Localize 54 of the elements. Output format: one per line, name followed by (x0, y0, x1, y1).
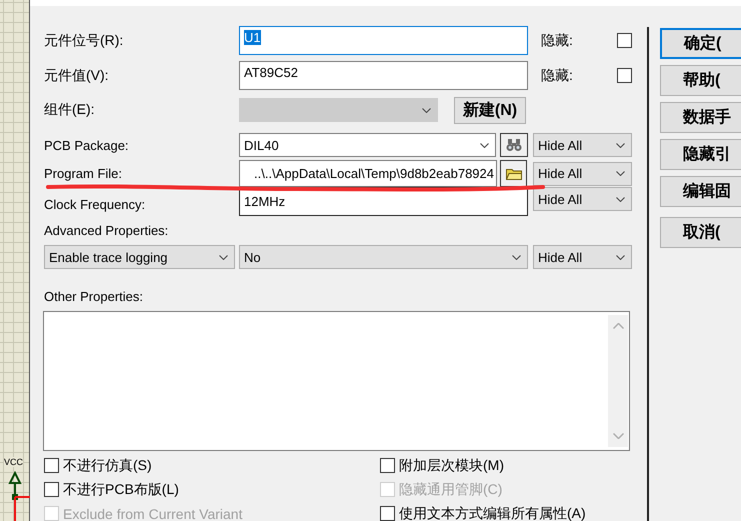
field-label: 组件(E): (44, 101, 96, 119)
dialog-button[interactable]: 数据手 (660, 102, 741, 133)
checkbox-label: 使用文本方式编辑所有属性(A) (399, 504, 586, 521)
hide-label: 隐藏: (541, 66, 574, 84)
field-label: Program File: (44, 166, 124, 181)
dialog-button[interactable]: 确定( (660, 28, 741, 59)
search-button[interactable] (500, 133, 528, 157)
browse-button[interactable] (500, 160, 527, 187)
visibility-dropdown[interactable]: Hide All (533, 162, 632, 186)
section-label: Other Properties: (44, 288, 144, 304)
file-field[interactable]: ..\..\AppData\Local\Temp\9d8b2eab78924 (239, 160, 497, 187)
visibility-dropdown[interactable]: Hide All (533, 245, 632, 269)
net-label: VCC (4, 457, 24, 467)
package-dropdown[interactable]: DIL40 (239, 133, 496, 157)
section-label: Advanced Properties: (44, 222, 170, 238)
checkbox-label: 附加层次模块(M) (399, 456, 504, 474)
checkbox-label: 隐藏通用管脚(C) (399, 480, 502, 498)
chevron-down-icon (616, 254, 625, 260)
dialog-button[interactable]: 编辑固 (660, 176, 741, 207)
chevron-up-icon (612, 323, 624, 329)
chevron-down-icon (512, 254, 521, 260)
checkbox[interactable] (380, 458, 395, 473)
checkbox-label: 不进行PCB布版(L) (63, 480, 179, 498)
field-label: PCB Package: (44, 138, 130, 152)
checkbox[interactable] (380, 506, 395, 521)
dialog-button[interactable]: 帮助( (660, 65, 741, 96)
vcc-terminal-drawing (6, 471, 30, 521)
text-field[interactable]: AT89C52 (239, 61, 528, 90)
chevron-down-icon (422, 108, 431, 112)
hide-checkbox[interactable] (617, 68, 632, 83)
chevron-down-icon (616, 196, 625, 202)
folder-icon (506, 167, 522, 180)
chevron-down-icon (612, 433, 624, 439)
hide-label: 隐藏: (541, 32, 574, 50)
field-label: 元件位号(R): (44, 32, 124, 50)
visibility-dropdown[interactable]: Hide All (533, 187, 632, 211)
checkbox-label: 不进行仿真(S) (63, 456, 152, 474)
field-label: 元件值(V): (44, 66, 110, 84)
text-field[interactable]: U1 (239, 26, 528, 55)
chevron-down-icon (480, 142, 489, 148)
field-label: Clock Frequency: (44, 197, 146, 212)
chevron-down-icon (616, 142, 625, 148)
dialog-button[interactable]: 取消( (660, 217, 741, 248)
chevron-down-icon (219, 254, 228, 260)
binoculars-icon (506, 138, 522, 152)
dialog-button[interactable]: 隐藏引 (660, 139, 741, 170)
value-dropdown[interactable]: No (239, 245, 528, 269)
visibility-dropdown[interactable]: Hide All (533, 133, 632, 157)
checkbox[interactable] (44, 458, 59, 473)
property-dropdown[interactable]: Enable trace logging (44, 245, 235, 269)
chevron-down-icon (616, 171, 625, 176)
checkbox-label: Exclude from Current Variant (63, 506, 242, 521)
hide-checkbox[interactable] (617, 33, 632, 48)
checkbox[interactable] (44, 482, 59, 497)
